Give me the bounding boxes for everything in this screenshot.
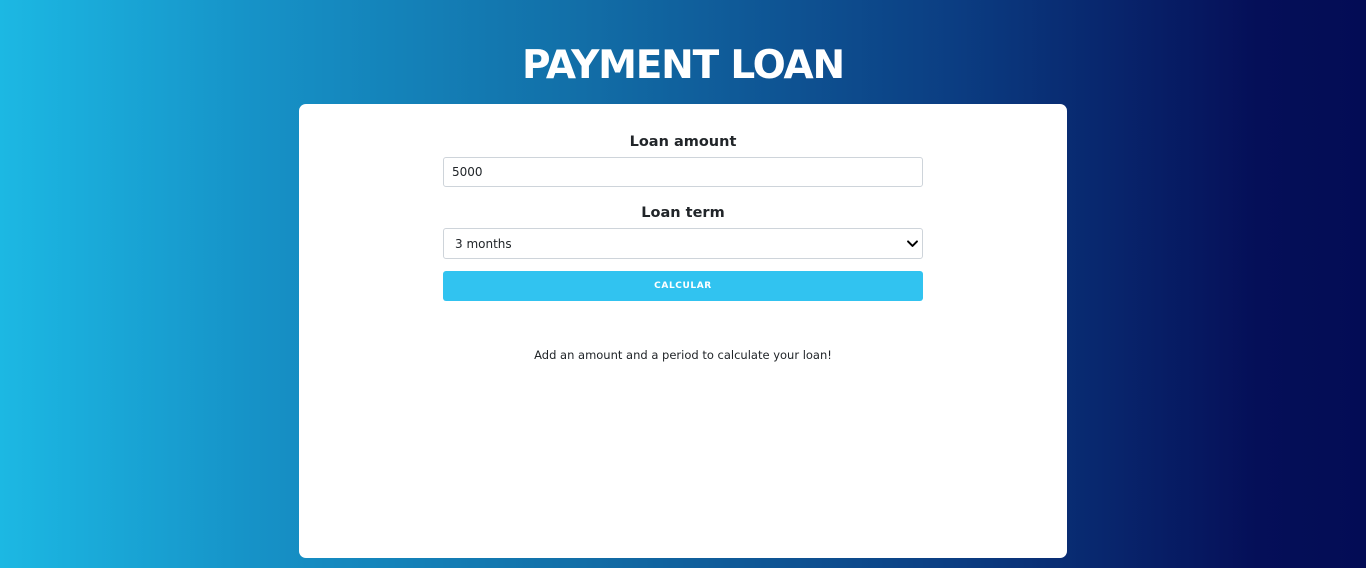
chevron-down-icon [907, 240, 918, 247]
loan-term-selected-value: 3 months [455, 237, 512, 251]
result-message: Add an amount and a period to calculate … [534, 348, 832, 362]
loan-term-select[interactable]: 3 months [443, 228, 923, 259]
loan-amount-label: Loan amount [629, 134, 737, 150]
calculate-button[interactable]: CALCULAR [443, 271, 923, 301]
loan-term-label: Loan term [641, 205, 725, 221]
loan-amount-input[interactable] [443, 157, 923, 187]
page-title: PAYMENT LOAN [522, 43, 845, 88]
loan-card: Loan amount Loan term 3 months CALCULAR … [299, 104, 1067, 558]
